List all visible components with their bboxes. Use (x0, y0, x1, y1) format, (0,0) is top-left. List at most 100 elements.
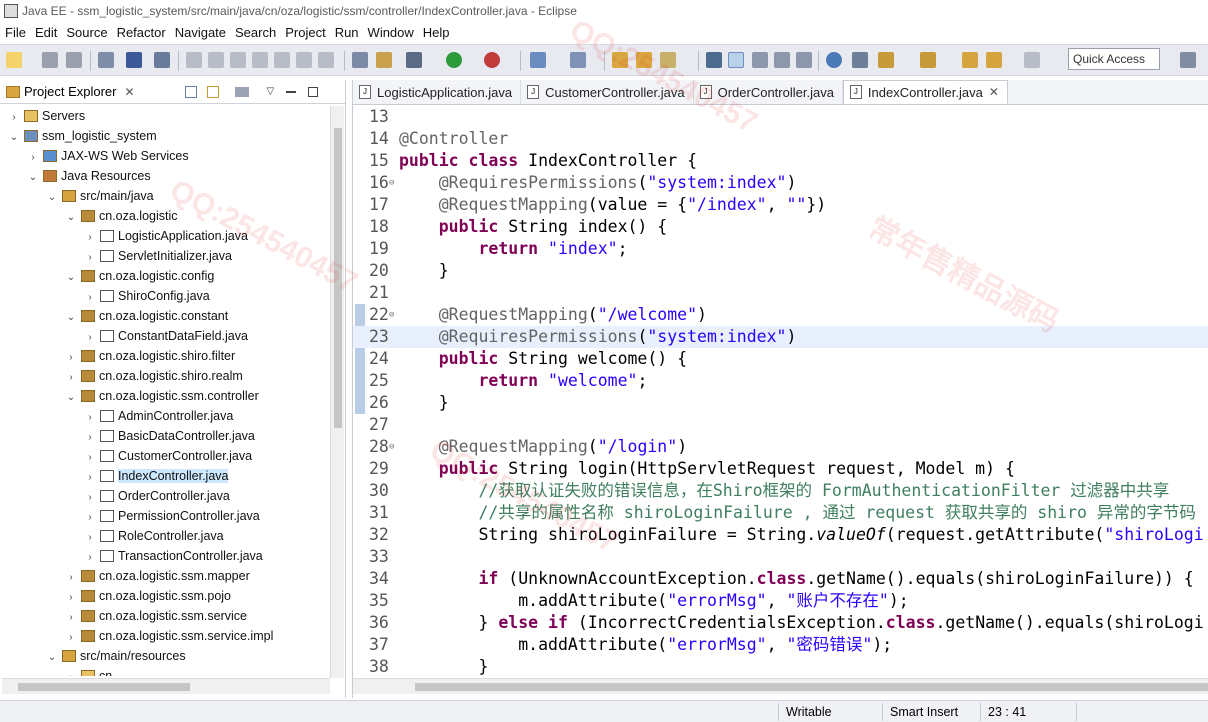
menu-project[interactable]: Project (282, 25, 331, 40)
tree-item[interactable]: › AdminController.java (0, 406, 345, 426)
menu-refactor[interactable]: Refactor (114, 25, 172, 40)
expanded-twisty-icon[interactable]: ⌄ (65, 268, 77, 288)
collapsed-twisty-icon[interactable]: › (65, 608, 77, 628)
suspend-icon[interactable] (208, 52, 224, 68)
step-over-icon[interactable] (296, 52, 312, 68)
menu-run[interactable]: Run (332, 25, 365, 40)
run-icon[interactable] (446, 52, 462, 68)
resume-icon[interactable] (186, 52, 202, 68)
save-all-icon[interactable] (66, 52, 82, 68)
forward-icon[interactable] (1024, 52, 1040, 68)
tree-item[interactable]: › BasicDataController.java (0, 426, 345, 446)
view-menu-icon[interactable]: ▽ (267, 86, 275, 97)
debug-icon[interactable] (484, 52, 500, 68)
tree-item[interactable]: › cn.oza.logistic.shiro.realm (0, 366, 345, 386)
collapsed-twisty-icon[interactable]: › (84, 528, 96, 548)
editor-horizontal-scrollbar[interactable] (353, 678, 1208, 694)
collapsed-twisty-icon[interactable]: › (84, 488, 96, 508)
expanded-twisty-icon[interactable]: ⌄ (46, 188, 58, 208)
tree-item[interactable]: › ServletInitializer.java (0, 246, 345, 266)
use-step-filters-icon[interactable] (352, 52, 368, 68)
show-whitespace-icon[interactable] (796, 52, 812, 68)
next-annotation-icon[interactable] (878, 52, 894, 68)
minimize-icon[interactable] (286, 90, 297, 93)
filters-icon[interactable] (234, 86, 249, 97)
new-class-icon[interactable] (570, 52, 586, 68)
new-icon[interactable] (6, 52, 22, 68)
back-icon[interactable] (986, 52, 1002, 68)
explorer-horizontal-scrollbar[interactable] (2, 678, 330, 694)
open-perspective-icon[interactable] (1180, 52, 1196, 68)
debug-settings-icon[interactable] (406, 52, 422, 68)
menu-navigate[interactable]: Navigate (172, 25, 232, 40)
open-type-icon[interactable] (376, 52, 392, 68)
collapsed-twisty-icon[interactable]: › (84, 288, 96, 308)
close-tab-icon[interactable]: ✕ (989, 85, 999, 99)
tree-item[interactable]: › cn.oza.logistic.ssm.service.impl (0, 626, 345, 646)
fold-toggle-icon[interactable]: ⊖ (389, 436, 394, 458)
tree-item[interactable]: › Servers (0, 106, 345, 126)
build-icon[interactable] (98, 52, 114, 68)
tree-item[interactable]: › TransactionController.java (0, 546, 345, 566)
collapsed-twisty-icon[interactable]: › (84, 248, 96, 268)
expanded-twisty-icon[interactable]: ⌄ (65, 388, 77, 408)
tree-item[interactable]: › cn.oza.logistic.ssm.pojo (0, 586, 345, 606)
editor-tab[interactable]: J LogisticApplication.java (353, 80, 522, 104)
tree-item[interactable]: ⌄ cn.oza.logistic.config (0, 266, 345, 286)
external-tools-icon[interactable] (852, 52, 868, 68)
collapsed-twisty-icon[interactable]: › (65, 668, 77, 676)
collapsed-twisty-icon[interactable]: › (84, 548, 96, 568)
new-server-icon[interactable] (530, 52, 546, 68)
collapsed-twisty-icon[interactable]: › (65, 568, 77, 588)
expanded-twisty-icon[interactable]: ⌄ (65, 308, 77, 328)
fold-toggle-icon[interactable]: ⊖ (389, 172, 394, 194)
tree-item[interactable]: ⌄ ssm_logistic_system (0, 126, 345, 146)
tree-item[interactable]: ⌄ src/main/resources (0, 646, 345, 666)
collapsed-twisty-icon[interactable]: › (65, 588, 77, 608)
tree-item[interactable]: › cn.oza.logistic.ssm.mapper (0, 566, 345, 586)
expanded-twisty-icon[interactable]: ⌄ (65, 208, 77, 228)
tree-item[interactable]: › ShiroConfig.java (0, 286, 345, 306)
tree-item[interactable]: ⌄ cn.oza.logistic (0, 206, 345, 226)
tree-item[interactable]: ⌄ Java Resources (0, 166, 345, 186)
tree-item[interactable]: › CustomerController.java (0, 446, 345, 466)
collapsed-twisty-icon[interactable]: › (84, 448, 96, 468)
menu-help[interactable]: Help (420, 25, 456, 40)
word-wrap-icon[interactable] (774, 52, 790, 68)
step-into-icon[interactable] (274, 52, 290, 68)
tree-item[interactable]: › ConstantDataField.java (0, 326, 345, 346)
collapsed-twisty-icon[interactable]: › (65, 628, 77, 648)
collapse-all-icon[interactable] (184, 85, 197, 98)
collapsed-twisty-icon[interactable]: › (84, 408, 96, 428)
tree-item[interactable]: ⌄ cn.oza.logistic.ssm.controller (0, 386, 345, 406)
tree-item[interactable]: › cn (0, 666, 345, 676)
link-with-editor-icon[interactable] (206, 85, 219, 98)
globe-icon[interactable] (826, 52, 842, 68)
maximize-icon[interactable] (308, 86, 319, 97)
fold-toggle-icon[interactable]: ⊖ (389, 304, 394, 326)
block-selection-icon[interactable] (752, 52, 768, 68)
collapsed-twisty-icon[interactable]: › (84, 428, 96, 448)
collapsed-twisty-icon[interactable]: › (65, 348, 77, 368)
collapsed-twisty-icon[interactable]: › (27, 148, 39, 168)
menu-search[interactable]: Search (232, 25, 282, 40)
terminate-icon[interactable] (230, 52, 246, 68)
editor-tab[interactable]: J OrderController.java (694, 80, 843, 104)
mark-occurrences-icon[interactable] (728, 52, 744, 68)
editor-tab[interactable]: J IndexController.java ✕ (842, 80, 1008, 104)
quick-access-field[interactable]: Quick Access (1068, 48, 1160, 70)
tree-item[interactable]: › IndexController.java (0, 466, 345, 486)
last-edit-icon[interactable] (962, 52, 978, 68)
open-task-icon[interactable] (636, 52, 652, 68)
expanded-twisty-icon[interactable]: ⌄ (46, 648, 58, 668)
explorer-vertical-scrollbar[interactable] (330, 106, 344, 678)
menu-source[interactable]: Source (63, 25, 113, 40)
collapsed-twisty-icon[interactable]: › (84, 508, 96, 528)
code-area[interactable]: 13 14 @Controller 15 public class IndexContr… (353, 106, 1208, 680)
expanded-twisty-icon[interactable]: ⌄ (27, 168, 39, 188)
tree-item[interactable]: ⌄ cn.oza.logistic.constant (0, 306, 345, 326)
disconnect-icon[interactable] (252, 52, 268, 68)
tree-item[interactable]: › cn.oza.logistic.ssm.service (0, 606, 345, 626)
tree-item[interactable]: › OrderController.java (0, 486, 345, 506)
menu-window[interactable]: Window (365, 25, 420, 40)
